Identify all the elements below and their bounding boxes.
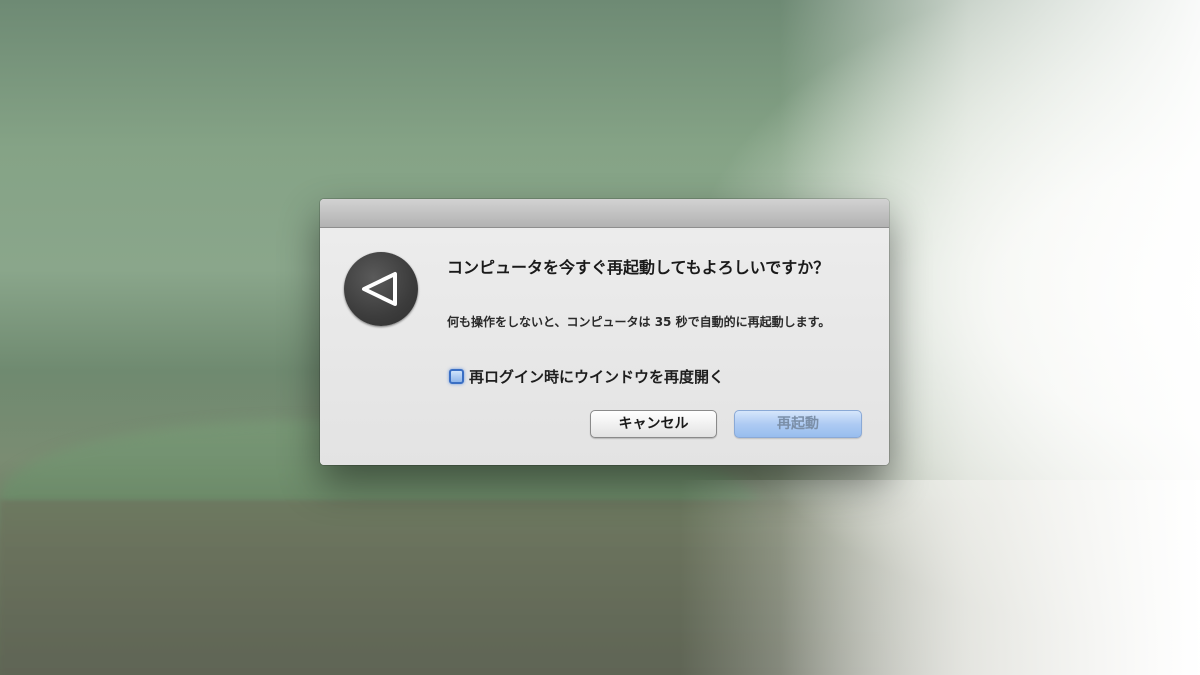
dialog-title: コンピュータを今すぐ再起動してもよろしいですか？ (447, 258, 830, 277)
dialog-titlebar[interactable] (320, 199, 889, 228)
cancel-button[interactable]: キャンセル (590, 410, 717, 438)
dialog-message: 何も操作をしないと、コンピュータは 35 秒で自動的に再起動します。 (447, 315, 831, 329)
background-ground-fade (680, 480, 1200, 675)
reopen-windows-option[interactable]: 再ログイン時にウインドウを再度開く (449, 365, 724, 387)
reopen-windows-label[interactable]: 再ログイン時にウインドウを再度開く (469, 366, 724, 387)
restart-dialog: コンピュータを今すぐ再起動してもよろしいですか？ 何も操作をしないと、コンピュー… (320, 199, 889, 465)
desktop-background: コンピュータを今すぐ再起動してもよろしいですか？ 何も操作をしないと、コンピュー… (0, 0, 1200, 675)
restart-icon (344, 252, 418, 326)
restart-button[interactable]: 再起動 (734, 410, 862, 438)
reopen-windows-checkbox[interactable] (449, 368, 464, 384)
